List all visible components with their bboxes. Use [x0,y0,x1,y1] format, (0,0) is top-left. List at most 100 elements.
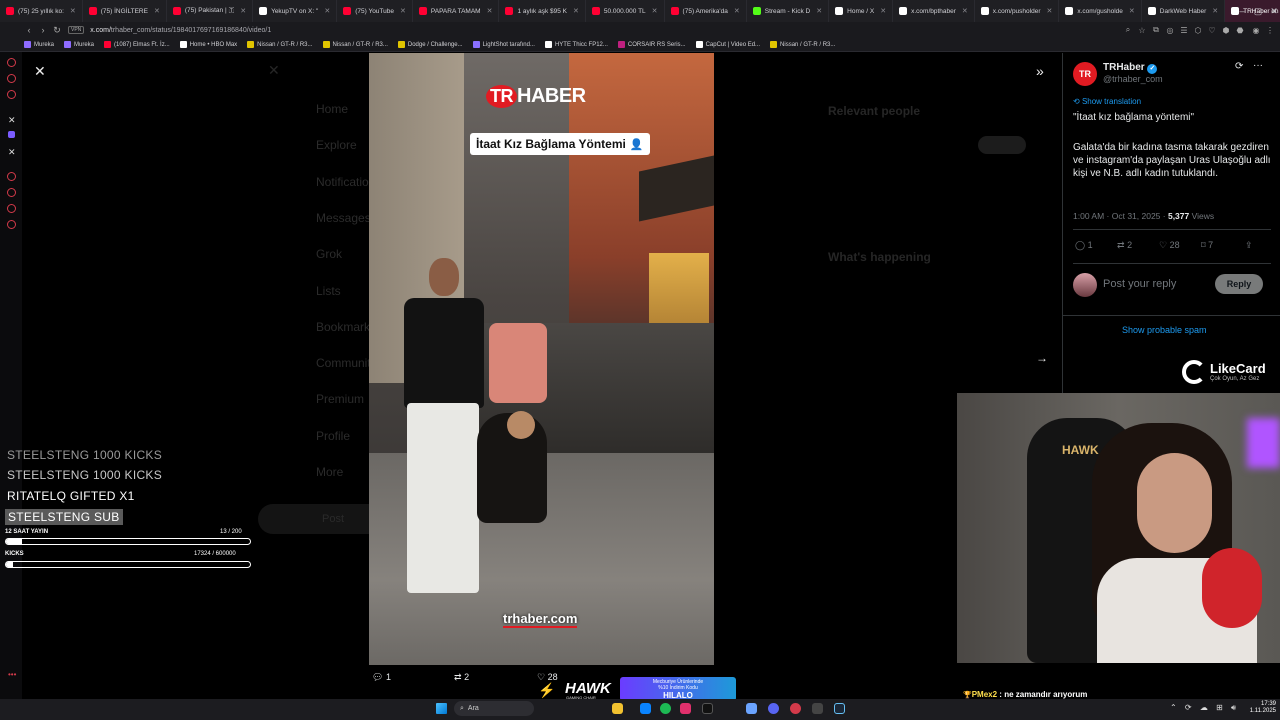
extension-icon[interactable]: ⧉ [1150,22,1162,38]
tab-close-icon[interactable]: ✕ [487,7,493,15]
browser-tab[interactable]: (75) İNGİLTERE ✕ [83,0,167,22]
taskbar-tiktok-icon[interactable] [702,703,713,714]
bookmark-item[interactable]: LightShot tarafınd... [472,41,535,48]
bookmark-item[interactable]: Nissan / GT-R / R3... [322,41,388,48]
tab-close-icon[interactable]: ✕ [652,7,658,15]
browser-tab[interactable]: x.com/bpthaber ✕ [893,0,975,22]
browser-tab[interactable]: Home / X ✕ [829,0,894,22]
tab-close-icon[interactable]: ✕ [573,7,579,15]
sidebar-app-icon[interactable] [7,220,16,229]
like-button[interactable]: ♡ 28 [1159,240,1180,251]
start-icon[interactable] [436,703,447,714]
reply-button[interactable]: ◯ 1 [1075,240,1093,251]
tab-close-icon[interactable]: ✕ [816,7,822,15]
bookmark-item[interactable]: HYTE Thicc FP12... [544,41,608,48]
tray-icons[interactable]: ⌃ ⟳ ☁ ⊞ 🔊︎ [1170,703,1239,713]
zoom-icon[interactable]: ⌕ [1122,22,1134,38]
tab-close-icon[interactable]: ✕ [400,7,406,15]
back-icon[interactable]: ‹ [22,25,36,35]
sidebar-app-icon[interactable] [7,58,16,67]
sidebar-more-icon[interactable]: ••• [8,670,16,679]
sidebar-app-icon[interactable] [7,90,16,99]
taskbar-app-icon[interactable] [746,703,757,714]
extension-icon[interactable]: ◎ [1164,22,1176,38]
browser-tab[interactable]: (75) Pakistan | 🇹 ✕ [167,0,254,22]
extension-icon[interactable]: ⬣ [1234,22,1246,38]
show-spam-link[interactable]: Show probable spam [1122,325,1207,335]
extension-icon[interactable]: ⬢ [1220,22,1232,38]
avatar[interactable]: TR [1073,62,1097,86]
tab-close-icon[interactable]: ✕ [962,7,968,15]
taskbar-discord-icon[interactable] [768,703,779,714]
clock[interactable]: 17:39 1.11.2025 [1240,701,1276,715]
bookmark-item[interactable]: (1087) Elmas Ft. İz... [104,41,170,48]
bookmark-item[interactable]: Dodge / Challenge... [397,41,463,48]
tab-close-icon[interactable]: ✕ [240,7,246,15]
taskbar-app-icon[interactable] [812,703,823,714]
sidebar-app-icon[interactable] [7,204,16,213]
taskbar-app-icon[interactable] [640,703,651,714]
forward-icon[interactable]: › [36,25,50,35]
bookmark-item[interactable]: Nissan / GT-R / R3... [770,41,835,48]
browser-tab[interactable]: x.com/gusholde ✕ [1059,0,1142,22]
profile-icon[interactable]: ◉ [1250,22,1262,38]
tab-close-icon[interactable]: ✕ [154,7,160,15]
browser-tab[interactable]: DarkWeb Haber ✕ [1142,0,1226,22]
tab-close-icon[interactable]: ✕ [1047,7,1053,15]
browser-tab[interactable]: x.com/pusholder ✕ [975,0,1060,22]
browser-tab[interactable]: (75) YouTube ✕ [337,0,413,22]
url-field[interactable]: x.com/trhaber_com/status/198401769716918… [90,27,271,34]
grok-icon[interactable]: ⟳ [1235,61,1243,72]
tab-close-icon[interactable]: ✕ [1212,7,1218,15]
tab-close-icon[interactable]: ✕ [324,7,330,15]
bookmark-item[interactable]: Home • HBO Max [179,41,237,48]
sidebar-x-icon[interactable]: ✕ [8,147,16,158]
star-icon[interactable]: ☆ [1136,22,1148,38]
extension-icon[interactable]: ☰ [1178,22,1190,38]
tab-close-icon[interactable]: ✕ [880,7,886,15]
sidebar-app-icon[interactable] [7,172,16,181]
extension-icon[interactable]: ⬡ [1192,22,1204,38]
more-options-icon[interactable]: ··· [1253,60,1263,71]
browser-tab[interactable]: (75) 25 yıllık ko: ✕ [0,0,83,22]
reload-icon[interactable]: ↻ [50,25,64,36]
tab-close-icon[interactable]: ✕ [1129,7,1135,15]
bookmark-item[interactable]: Mureka [24,41,54,48]
video-player[interactable]: TR HABER İtaat Kız Bağlama Yöntemi 👤 trhab… [369,53,714,665]
sidebar-app-icon[interactable] [7,74,16,83]
taskbar-app-icon[interactable] [790,703,801,714]
tweet-time[interactable]: 1:00 AM · Oct 31, 2025 · [1073,211,1168,221]
sidebar-app-icon[interactable] [7,188,16,197]
bookmark-item[interactable]: CapCut | Video Ed... [695,41,760,48]
tab-close-icon[interactable]: ✕ [734,7,740,15]
display-name[interactable]: TRHaber ✓ [1103,62,1158,74]
next-media-icon[interactable]: → [1036,351,1048,365]
expand-panel-icon[interactable]: » [1036,63,1044,79]
heart-icon[interactable]: ♡ [1206,22,1218,38]
taskbar-steam-icon[interactable] [834,703,845,714]
browser-tab[interactable]: (75) Amerika'da ✕ [665,0,747,22]
browser-tab[interactable]: 1 aylık aşk $95 K ✕ [499,0,586,22]
browser-tab[interactable]: PAPARA TAMAM ✕ [413,0,500,22]
repost-button[interactable]: ⇄ 2 [1117,240,1132,251]
taskbar-instagram-icon[interactable] [680,703,691,714]
taskbar-search[interactable]: ⌕ Ara [454,701,534,716]
reply-input[interactable]: Post your reply [1103,278,1176,290]
bookmark-item[interactable]: Nissan / GT-R / R3... [247,41,313,48]
bookmark-item[interactable]: Mureka [64,41,94,48]
repost-action[interactable]: ⇄ 2 [454,672,469,683]
browser-tab[interactable]: YekupTV on X: " ✕ [253,0,338,22]
sidebar-messenger-icon[interactable] [8,131,15,138]
reply-submit-button[interactable]: Reply [1215,274,1263,294]
bookmark-button[interactable]: ⌑ 7 [1201,240,1213,251]
tab-close-icon[interactable]: ✕ [70,7,76,15]
show-translation-link[interactable]: ⟲ Show translation [1073,97,1141,106]
close-window-button[interactable]: ✕ [1264,0,1280,22]
close-media-icon[interactable]: ✕ [34,63,46,80]
browser-tab[interactable]: 50.000.000 TL ✕ [586,0,665,22]
taskbar-spotify-icon[interactable] [660,703,671,714]
menu-icon[interactable]: ⋮ [1264,22,1276,38]
browser-tab[interactable]: Stream - Kick D ✕ [747,0,830,22]
reply-action[interactable]: 💬︎ 1 [372,672,391,683]
site-info-icon[interactable]: VPN [68,26,85,34]
